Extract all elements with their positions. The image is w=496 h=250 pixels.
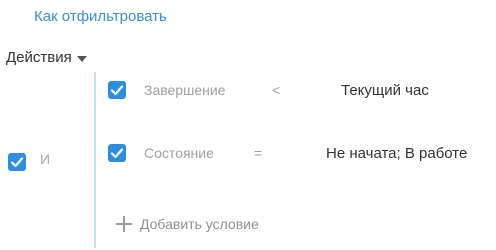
actions-menu[interactable]: Действия [6, 49, 87, 66]
condition-value-state[interactable]: Не начата; В работе [326, 145, 467, 162]
checkmark-icon [110, 148, 124, 159]
checkmark-icon [10, 157, 24, 168]
condition-operator[interactable]: = [254, 145, 262, 161]
condition-checkbox-state[interactable] [108, 144, 126, 162]
plus-icon [116, 216, 132, 232]
condition-value-completion[interactable]: Текущий час [341, 82, 429, 99]
group-checkbox[interactable] [8, 153, 26, 171]
condition-field-completion[interactable]: Завершение [144, 82, 225, 98]
condition-operator[interactable]: < [272, 82, 280, 98]
condition-field-state[interactable]: Состояние [144, 145, 214, 161]
checkmark-icon [110, 85, 124, 96]
condition-checkbox-completion[interactable] [108, 81, 126, 99]
actions-menu-label: Действия [6, 49, 72, 66]
caret-down-icon [76, 55, 87, 62]
add-condition-label: Добавить условие [140, 216, 259, 232]
group-bracket-line [94, 72, 96, 248]
how-to-filter-link[interactable]: Как отфильтровать [34, 8, 167, 25]
group-operator-and[interactable]: И [40, 151, 50, 167]
add-condition-button[interactable]: Добавить условие [116, 216, 259, 232]
